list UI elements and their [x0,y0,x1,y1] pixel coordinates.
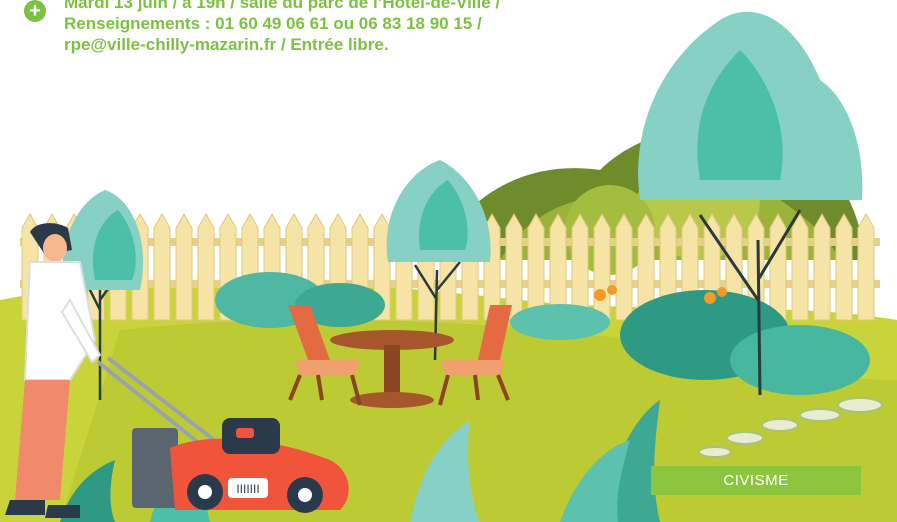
fence-picket [527,212,545,321]
fence-picket [769,212,787,321]
fence-picket [835,212,853,321]
event-contact-line: Renseignements : 01 60 49 06 61 ou 06 83… [64,14,482,33]
garden-illustration: IIIIIII [0,11,897,522]
category-badge[interactable]: CIVISME [651,466,861,495]
fence-picket [813,212,831,321]
event-info: + Mardi 13 juin / à 19h / salle du parc … [24,0,644,55]
fence-picket [197,212,215,321]
mower-plate-text: IIIIIII [236,482,259,496]
fence-picket [505,212,523,321]
fence-picket [615,212,633,321]
plus-icon: + [24,0,46,22]
event-date-line: Mardi 13 juin / à 19h / salle du parc de… [64,0,501,12]
event-email-line[interactable]: rpe@ville-chilly-mazarin.fr / Entrée lib… [64,34,644,55]
fence-picket [857,212,875,321]
fence-picket [593,212,611,321]
fence-picket [175,212,193,321]
fence-picket [571,212,589,321]
fence-picket [791,212,809,321]
fence-picket [153,212,171,321]
